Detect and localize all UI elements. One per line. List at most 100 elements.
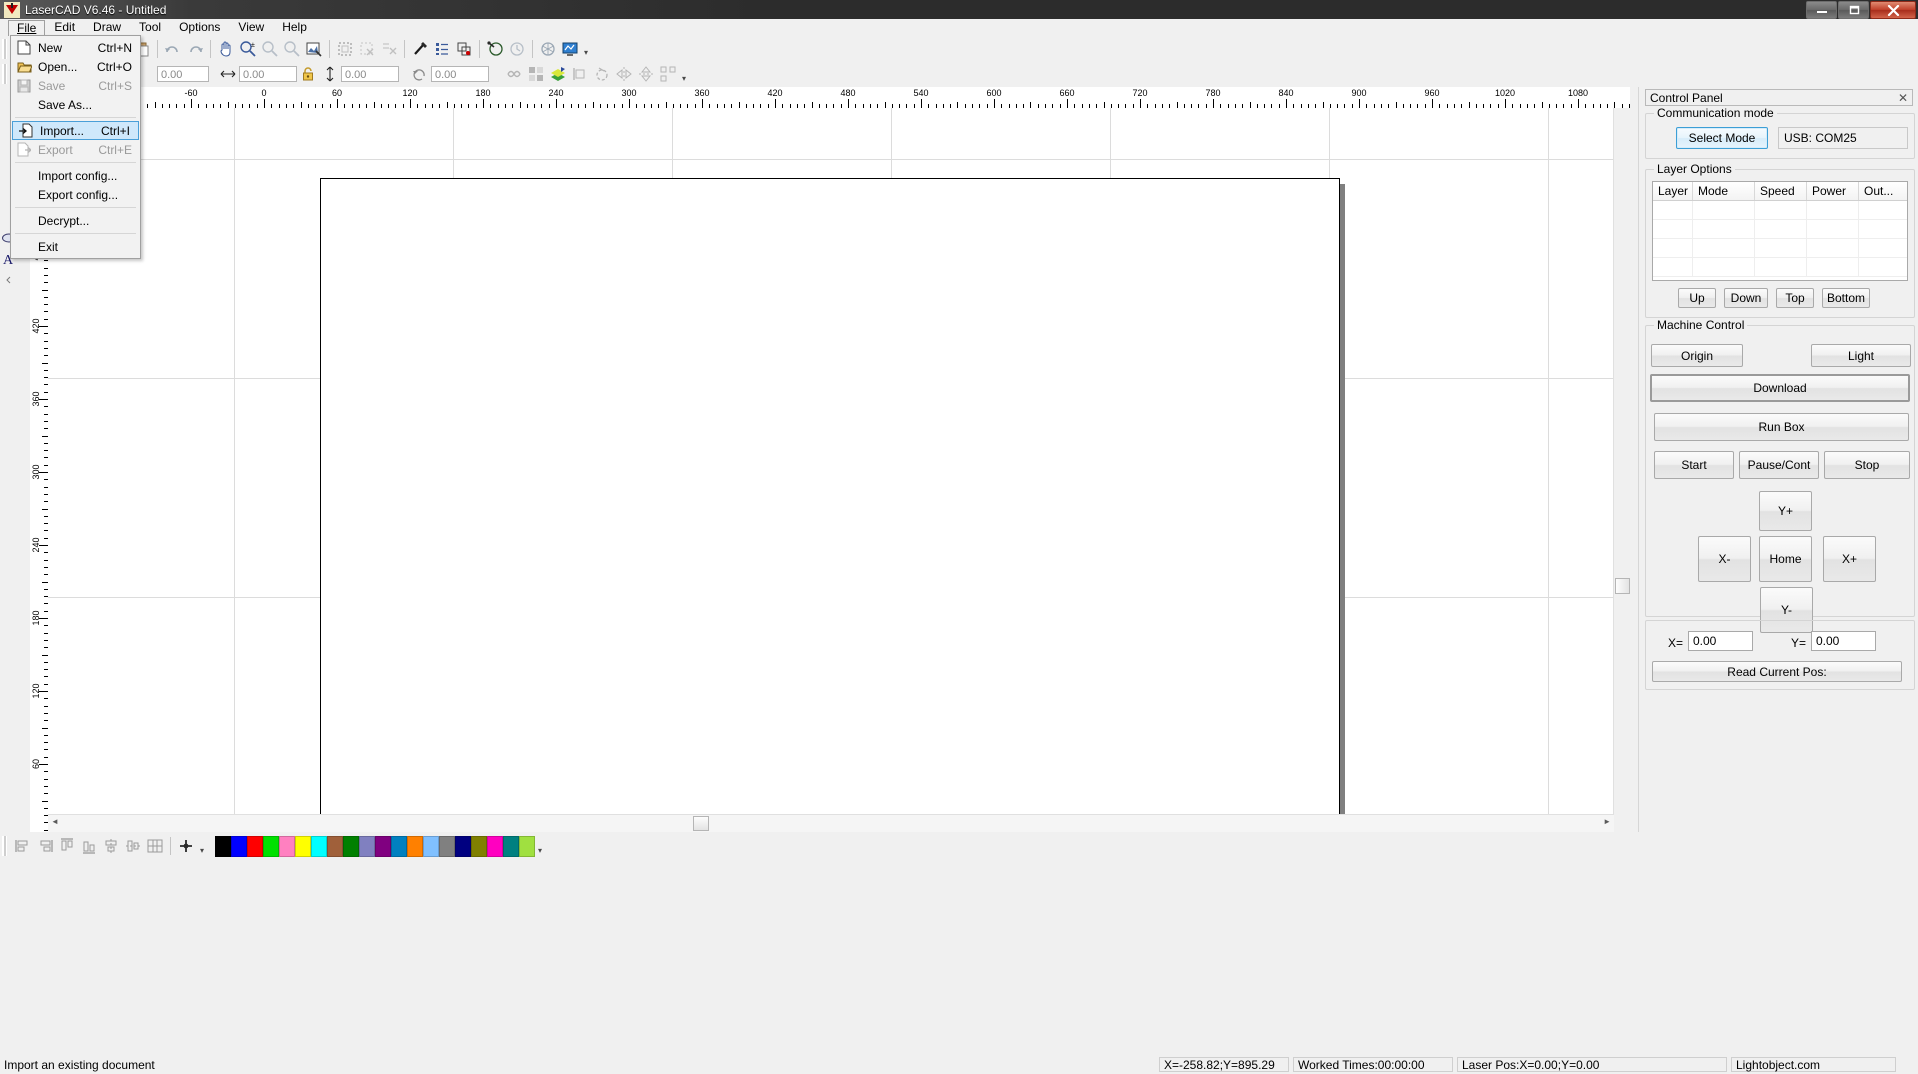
close-button[interactable]: [1870, 1, 1916, 19]
color-swatch[interactable]: [503, 836, 519, 857]
light-button[interactable]: Light: [1811, 344, 1911, 367]
zoom-out-icon[interactable]: [259, 38, 281, 60]
color-swatch[interactable]: [311, 836, 327, 857]
maximize-button[interactable]: [1838, 1, 1869, 19]
preview-icon[interactable]: [559, 38, 581, 60]
zoom-in-out-icon[interactable]: ±: [237, 38, 259, 60]
weld-icon[interactable]: [503, 63, 525, 85]
menu-edit[interactable]: Edit: [45, 19, 84, 36]
array-icon[interactable]: [657, 63, 679, 85]
align-top-edges-icon[interactable]: [56, 835, 78, 857]
color-swatch[interactable]: [391, 836, 407, 857]
workpiece-rectangle[interactable]: [320, 178, 1340, 832]
color-swatch[interactable]: [439, 836, 455, 857]
bottom-overflow-icon[interactable]: ▾: [200, 846, 204, 855]
pos-y-input[interactable]: 0.00: [1811, 631, 1876, 651]
menu-item-open[interactable]: Open... Ctrl+O: [11, 57, 140, 76]
node-edit-icon[interactable]: [409, 38, 431, 60]
align-nodes-icon[interactable]: [431, 38, 453, 60]
table-row[interactable]: [1653, 239, 1907, 258]
color-swatch[interactable]: [279, 836, 295, 857]
invert-selection-icon[interactable]: [378, 38, 400, 60]
pos-x-input[interactable]: 0.00: [1688, 631, 1753, 651]
pos-x-field[interactable]: 0.00: [157, 66, 209, 82]
vertical-scroll-thumb[interactable]: [1615, 578, 1630, 594]
layer-up-button[interactable]: Up: [1678, 288, 1716, 308]
zoom-fit-icon[interactable]: [303, 38, 325, 60]
layer-down-button[interactable]: Down: [1724, 288, 1768, 308]
deselect-icon[interactable]: [356, 38, 378, 60]
align-left-icon[interactable]: [569, 63, 591, 85]
origin-button[interactable]: Origin: [1651, 344, 1743, 367]
jog-home-button[interactable]: Home: [1759, 536, 1812, 582]
menu-file[interactable]: File: [8, 20, 45, 36]
select-all-icon[interactable]: [334, 38, 356, 60]
color-swatch[interactable]: [231, 836, 247, 857]
menu-item-import[interactable]: Import... Ctrl+I: [12, 121, 139, 140]
padlock-icon[interactable]: [297, 63, 319, 85]
table-row[interactable]: [1653, 220, 1907, 239]
align-left-edges-icon[interactable]: [12, 835, 34, 857]
align-right-edges-icon[interactable]: [34, 835, 56, 857]
path-optimize-icon[interactable]: [484, 38, 506, 60]
scroll-left-icon[interactable]: ◄: [51, 817, 59, 826]
stop-button[interactable]: Stop: [1824, 451, 1910, 479]
color-swatch[interactable]: [455, 836, 471, 857]
menu-item-decrypt[interactable]: Decrypt...: [11, 211, 140, 230]
layer-color-icon[interactable]: [547, 63, 569, 85]
layer-table[interactable]: Layer Mode Speed Power Out...: [1652, 181, 1908, 281]
table-row[interactable]: [1653, 201, 1907, 220]
color-swatch[interactable]: [327, 836, 343, 857]
horizontal-scroll-thumb[interactable]: [693, 816, 709, 831]
redo-icon[interactable]: [184, 38, 206, 60]
align-center-vertical-icon[interactable]: [100, 835, 122, 857]
color-swatch[interactable]: [343, 836, 359, 857]
angle-field[interactable]: 0.00: [431, 66, 489, 82]
menu-view[interactable]: View: [229, 19, 273, 36]
color-swatch[interactable]: [263, 836, 279, 857]
color-swatch[interactable]: [487, 836, 503, 857]
mirror-horizontal-icon[interactable]: [613, 63, 635, 85]
distribute-grid-icon[interactable]: [144, 835, 166, 857]
select-mode-button[interactable]: Select Mode: [1676, 127, 1768, 149]
download-button[interactable]: Download: [1650, 374, 1910, 402]
zoom-selection-icon[interactable]: [281, 38, 303, 60]
align-bottom-edges-icon[interactable]: [78, 835, 100, 857]
toolbar-grip[interactable]: [2, 39, 10, 59]
color-swatch[interactable]: [215, 836, 231, 857]
menu-item-new[interactable]: New Ctrl+N: [11, 38, 140, 57]
offset-path-icon[interactable]: [453, 38, 475, 60]
color-swatch[interactable]: [247, 836, 263, 857]
align-center-horizontal-icon[interactable]: [122, 835, 144, 857]
palette-more-icon[interactable]: ▾: [538, 846, 542, 855]
horizontal-ruler[interactable]: -120-60060120180240300360420480540600660…: [48, 87, 1630, 109]
height-field[interactable]: 0.00: [341, 66, 399, 82]
rotate-copy-icon[interactable]: [591, 63, 613, 85]
undo-icon[interactable]: [162, 38, 184, 60]
color-swatch[interactable]: [519, 836, 535, 857]
close-icon[interactable]: ✕: [1898, 91, 1908, 105]
jog-x-plus-button[interactable]: X+: [1823, 536, 1876, 582]
color-swatch[interactable]: [423, 836, 439, 857]
jog-x-minus-button[interactable]: X-: [1698, 536, 1751, 582]
minimize-button[interactable]: [1806, 1, 1837, 19]
scroll-right-icon[interactable]: ►: [1603, 817, 1611, 826]
width-field[interactable]: 0.00: [239, 66, 297, 82]
horizontal-scrollbar[interactable]: ◄ ►: [48, 814, 1614, 832]
layer-bottom-button[interactable]: Bottom: [1822, 288, 1870, 308]
menu-item-export-config[interactable]: Export config...: [11, 185, 140, 204]
color-wheel-icon[interactable]: [537, 38, 559, 60]
color-swatch[interactable]: [375, 836, 391, 857]
pan-hand-icon[interactable]: [215, 38, 237, 60]
group-icon[interactable]: [525, 63, 547, 85]
toolbar-overflow-icon[interactable]: ▾: [584, 48, 588, 57]
pause-continue-button[interactable]: Pause/Cont: [1739, 451, 1819, 479]
history-icon[interactable]: [506, 38, 528, 60]
color-swatch[interactable]: [359, 836, 375, 857]
bottom-toolbar-grip[interactable]: [2, 836, 10, 856]
sidebar-collapse-icon[interactable]: [0, 269, 18, 290]
layer-top-button[interactable]: Top: [1776, 288, 1814, 308]
vertical-scrollbar[interactable]: [1613, 108, 1630, 816]
toolbar2-overflow-icon[interactable]: ▾: [682, 74, 686, 83]
color-palette[interactable]: [215, 836, 535, 857]
